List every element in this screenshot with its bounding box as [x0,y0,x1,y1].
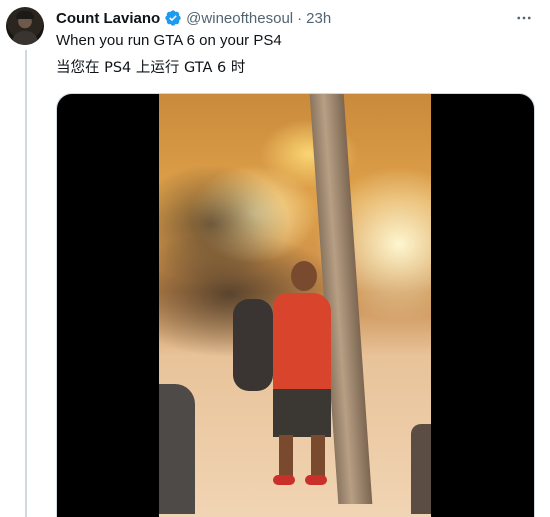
bystander-right [411,424,431,514]
person-in-red-shirt [233,259,333,499]
author-name[interactable]: Count Laviano [56,10,160,27]
tweet-text-chinese: 当您在 PS4 上运行 GTA 6 时 [56,60,246,76]
avatar[interactable] [6,7,44,45]
tweet-header: Count Laviano @wineofthesoul · 23h [56,8,331,28]
person-head [291,261,317,291]
thread-line [25,50,27,517]
separator-dot: · [297,9,303,27]
avatar-hat [16,11,34,19]
red-shirt [273,293,331,393]
timestamp[interactable]: 23h [306,10,331,27]
avatar-body [12,31,38,45]
bystander-left [159,384,195,514]
tweet-text-english: When you run GTA 6 on your PS4 [56,32,282,49]
shorts [273,389,331,437]
left-shoe [273,475,295,485]
video-player[interactable] [56,93,535,517]
backpack [233,299,273,391]
video-frame [159,94,431,517]
author-handle[interactable]: @wineofthesoul [186,10,293,27]
right-leg [311,435,325,479]
left-leg [279,435,293,479]
verified-badge-icon[interactable] [164,9,182,27]
right-shoe [305,475,327,485]
more-options-icon[interactable] [512,8,536,28]
